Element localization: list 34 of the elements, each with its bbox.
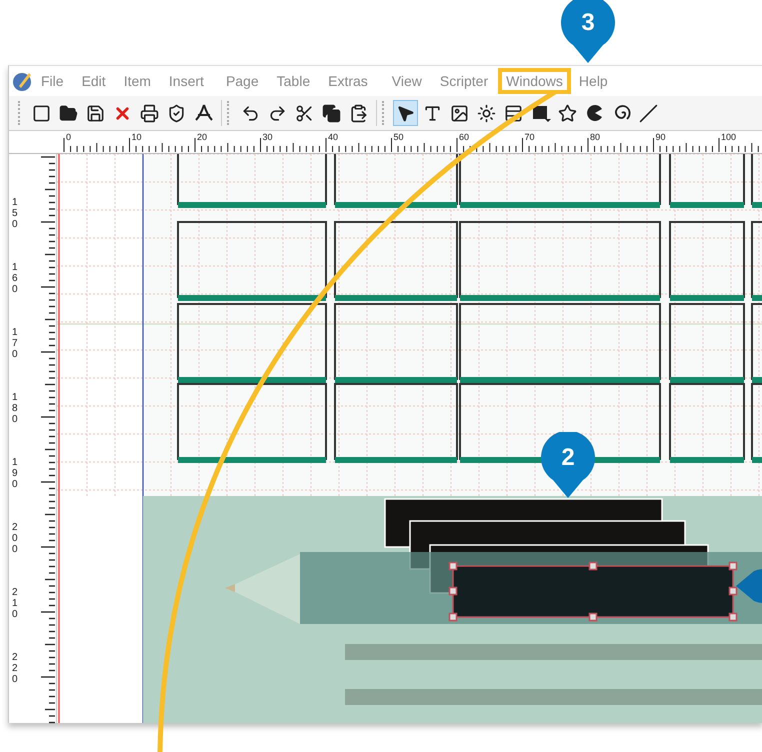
ruler-label: 0 <box>66 132 72 142</box>
app-logo-icon[interactable] <box>11 70 33 92</box>
callout-badge: 2 <box>541 432 595 498</box>
ruler-label: 210 <box>12 587 19 620</box>
ruler-label: 20 <box>197 132 208 142</box>
ruler-label: 100 <box>721 132 736 142</box>
ruler-label: 40 <box>328 132 338 142</box>
pointer-icon[interactable] <box>393 100 418 126</box>
menu-item[interactable]: View <box>384 68 430 94</box>
ruler-label: 80 <box>590 132 600 142</box>
callout-badge: 3 <box>561 0 615 63</box>
ruler-label: 180 <box>12 392 19 425</box>
ruler-label: 190 <box>12 457 19 490</box>
menu-item[interactable]: Extras <box>320 68 376 94</box>
ruler-label: 90 <box>656 132 666 142</box>
ruler-label: 220 <box>12 652 19 685</box>
ruler-label: 50 <box>394 132 404 142</box>
menu-item[interactable]: Edit <box>74 68 114 94</box>
ruler-label: 150 <box>12 197 19 230</box>
menu-item[interactable]: Windows <box>498 68 571 94</box>
menu-item[interactable]: Help <box>570 68 616 94</box>
menu-item[interactable]: Item <box>116 68 159 94</box>
ruler-label: 200 <box>12 522 19 555</box>
ruler-label: 160 <box>12 262 19 295</box>
ruler-label: 10 <box>132 132 142 142</box>
menu-item[interactable]: Table <box>268 68 318 94</box>
ruler-label: 30 <box>262 132 273 142</box>
menu-item[interactable]: Page <box>218 68 267 94</box>
menu-item[interactable]: File <box>33 68 72 94</box>
menu-item[interactable]: Insert <box>160 68 212 94</box>
ruler-label: 60 <box>459 132 470 142</box>
ruler-label: 70 <box>524 132 535 142</box>
menu-item[interactable]: Scripter <box>432 68 496 94</box>
ruler-label: 170 <box>12 327 19 360</box>
